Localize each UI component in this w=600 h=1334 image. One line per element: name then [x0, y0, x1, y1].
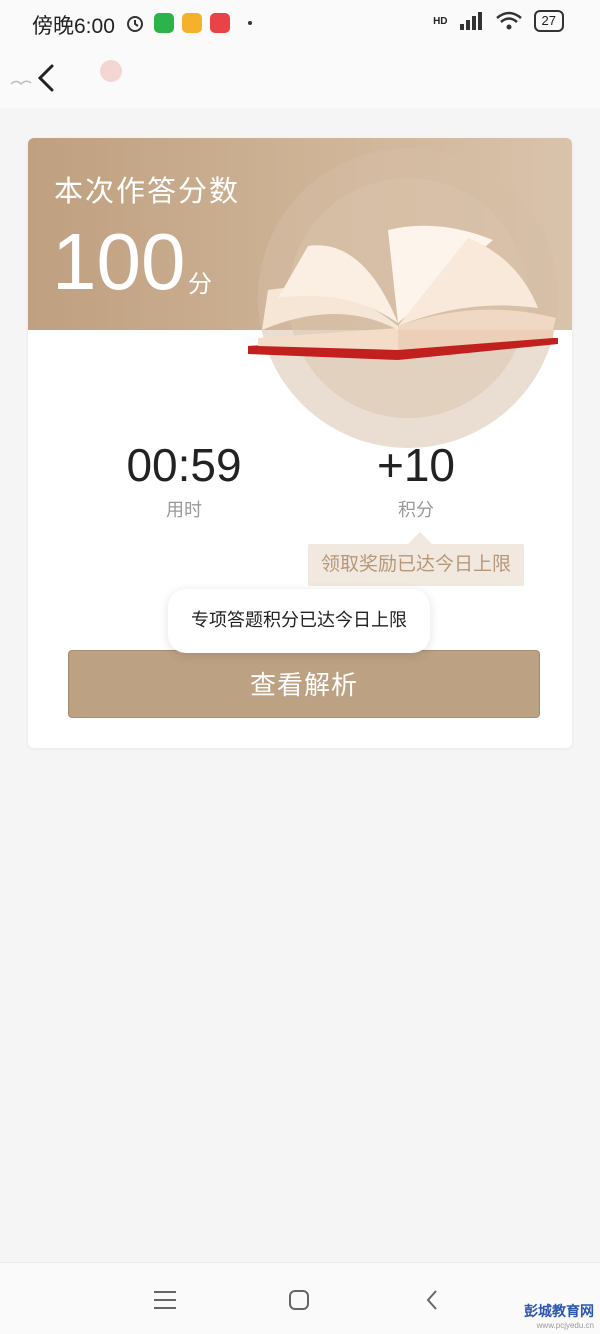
system-nav-bar: 彭城教育网 www.pcjyedu.cn	[0, 1262, 600, 1334]
score-title: 本次作答分数	[54, 176, 241, 208]
battery-indicator: 27	[533, 10, 564, 32]
status-bar: 傍晚6:00 HD 27	[0, 0, 600, 48]
reward-tip-arrow	[408, 532, 432, 544]
news-icon	[210, 13, 230, 33]
dot-icon	[248, 21, 252, 25]
signal-icon	[459, 12, 482, 30]
watermark-url: www.pcjyedu.cn	[536, 1321, 594, 1330]
points-stat: +10 积分	[316, 438, 516, 522]
network-label: HD	[433, 15, 448, 27]
time-label: 用时	[166, 500, 202, 520]
open-book-icon	[248, 225, 558, 360]
alarm-icon	[127, 16, 143, 32]
status-right: HD 27	[433, 10, 564, 32]
sun-decoration	[100, 60, 122, 82]
time-value: 00:59	[126, 439, 242, 491]
score-value: 100	[52, 217, 186, 306]
nav-back-icon[interactable]	[416, 1283, 450, 1317]
status-icons	[124, 12, 252, 34]
bird-decoration-icon	[10, 80, 32, 86]
wechat-icon	[154, 13, 174, 33]
back-arrow-icon[interactable]	[30, 60, 66, 96]
points-value: +10	[376, 439, 456, 491]
watermark-name: 彭城教育网	[524, 1303, 594, 1319]
time-stat: 00:59 用时	[84, 438, 284, 522]
notes-icon	[182, 13, 202, 33]
top-bar	[0, 48, 600, 108]
wifi-icon	[495, 11, 522, 30]
status-time: 傍晚6:00	[32, 15, 115, 38]
watermark: 彭城教育网 www.pcjyedu.cn	[524, 1301, 594, 1330]
result-card: 本次作答分数 100 分 00:59 用时 +10 积分 领取奖励已达今日上限 …	[28, 138, 572, 748]
points-label: 积分	[398, 500, 434, 520]
view-analysis-button[interactable]: 查看解析	[68, 650, 540, 718]
reward-limit-tip: 领取奖励已达今日上限	[308, 544, 524, 586]
limit-toast: 专项答题积分已达今日上限	[168, 589, 430, 653]
score-unit: 分	[188, 271, 212, 298]
home-icon[interactable]	[282, 1283, 316, 1317]
menu-icon[interactable]	[148, 1283, 182, 1317]
